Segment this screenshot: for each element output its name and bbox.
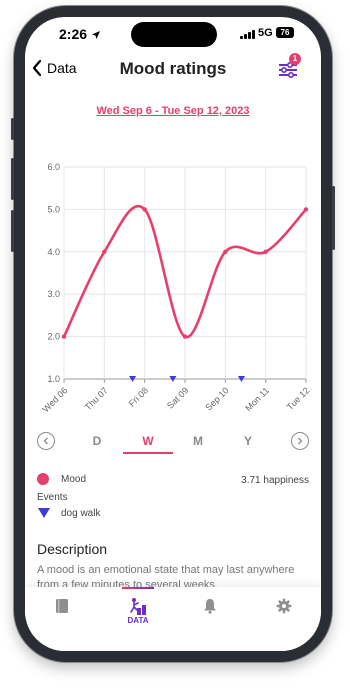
event-triangle-icon bbox=[38, 508, 50, 518]
y-tick-label: 6.0 bbox=[47, 162, 60, 172]
x-tick-label: Thu 07 bbox=[83, 385, 110, 412]
period-tab-month[interactable]: M bbox=[188, 434, 208, 448]
next-period-button[interactable] bbox=[291, 432, 309, 450]
navigation-bar: Data Mood ratings 1 bbox=[25, 53, 321, 87]
mood-data-point bbox=[61, 334, 67, 339]
mood-data-point bbox=[223, 249, 228, 254]
period-selector: D W M Y bbox=[25, 429, 321, 459]
app-screen: 2:26 5G 76 Data Mood ratings 1 Wed Sep 6… bbox=[25, 17, 321, 651]
legend-mood-label: Mood bbox=[61, 473, 87, 485]
mood-data-point bbox=[303, 207, 309, 212]
y-tick-label: 3.0 bbox=[47, 289, 60, 299]
date-range-link[interactable]: Wed Sep 6 - Tue Sep 12, 2023 bbox=[25, 105, 321, 117]
status-time: 2:26 bbox=[59, 26, 101, 42]
events-heading: Events bbox=[37, 492, 68, 503]
tab-data[interactable] bbox=[123, 595, 153, 617]
x-tick-label: Mon 11 bbox=[243, 385, 271, 413]
chevron-left-icon bbox=[43, 437, 48, 445]
tab-notifications[interactable] bbox=[195, 595, 225, 617]
network-label: 5G bbox=[258, 27, 273, 39]
legend-mood: Mood bbox=[37, 473, 86, 485]
data-icon bbox=[130, 598, 146, 615]
y-tick-label: 1.0 bbox=[47, 374, 60, 384]
side-button bbox=[11, 210, 14, 252]
tab-journal[interactable] bbox=[47, 595, 77, 617]
mood-data-point bbox=[182, 334, 188, 339]
mood-data-point bbox=[142, 207, 147, 212]
y-tick-label: 2.0 bbox=[47, 332, 60, 342]
tab-settings[interactable] bbox=[269, 595, 299, 617]
gear-icon bbox=[276, 598, 292, 614]
mood-average-value: 3.71 happiness bbox=[241, 475, 309, 486]
previous-period-button[interactable] bbox=[37, 432, 55, 450]
x-tick-label: Sat 09 bbox=[165, 385, 190, 410]
description-heading: Description bbox=[37, 541, 108, 557]
mood-line-chart: 6.0 5.0 4.0 3.0 2.0 1.0Wed 06 Thu 07 Fri 08 Sat … bbox=[41, 162, 312, 414]
bell-icon bbox=[204, 599, 216, 614]
legend-event: dog walk bbox=[37, 507, 100, 519]
x-tick-label: Wed 06 bbox=[41, 385, 70, 414]
tab-data-label: DATA bbox=[127, 616, 149, 625]
side-button bbox=[332, 186, 335, 250]
status-bar: 2:26 5G 76 bbox=[25, 17, 321, 53]
mood-data-point bbox=[263, 249, 268, 254]
chevron-right-icon bbox=[298, 437, 303, 445]
x-tick-label: Fri 08 bbox=[127, 385, 150, 408]
period-tab-year[interactable]: Y bbox=[238, 434, 258, 448]
dynamic-island bbox=[131, 22, 217, 47]
mood-data-point bbox=[102, 249, 107, 254]
x-tick-label: Sep 10 bbox=[204, 385, 231, 412]
filter-count-badge: 1 bbox=[289, 53, 301, 65]
signal-icon bbox=[240, 30, 255, 39]
active-tab-indicator bbox=[122, 587, 154, 589]
time-text: 2:26 bbox=[59, 26, 88, 42]
active-period-underline bbox=[123, 452, 173, 454]
side-button bbox=[11, 158, 14, 200]
legend-event-label: dog walk bbox=[61, 507, 101, 519]
period-tab-day[interactable]: D bbox=[87, 434, 107, 448]
mood-color-dot bbox=[37, 473, 49, 485]
y-tick-label: 5.0 bbox=[47, 204, 60, 214]
side-button bbox=[11, 118, 14, 140]
y-tick-label: 4.0 bbox=[47, 247, 60, 257]
x-tick-label: Tue 12 bbox=[285, 385, 312, 412]
location-icon bbox=[91, 31, 100, 39]
battery-icon: 76 bbox=[276, 27, 294, 38]
journal-icon bbox=[56, 599, 68, 613]
tab-bar: DATA bbox=[25, 587, 321, 651]
period-tab-week[interactable]: W bbox=[138, 434, 158, 448]
